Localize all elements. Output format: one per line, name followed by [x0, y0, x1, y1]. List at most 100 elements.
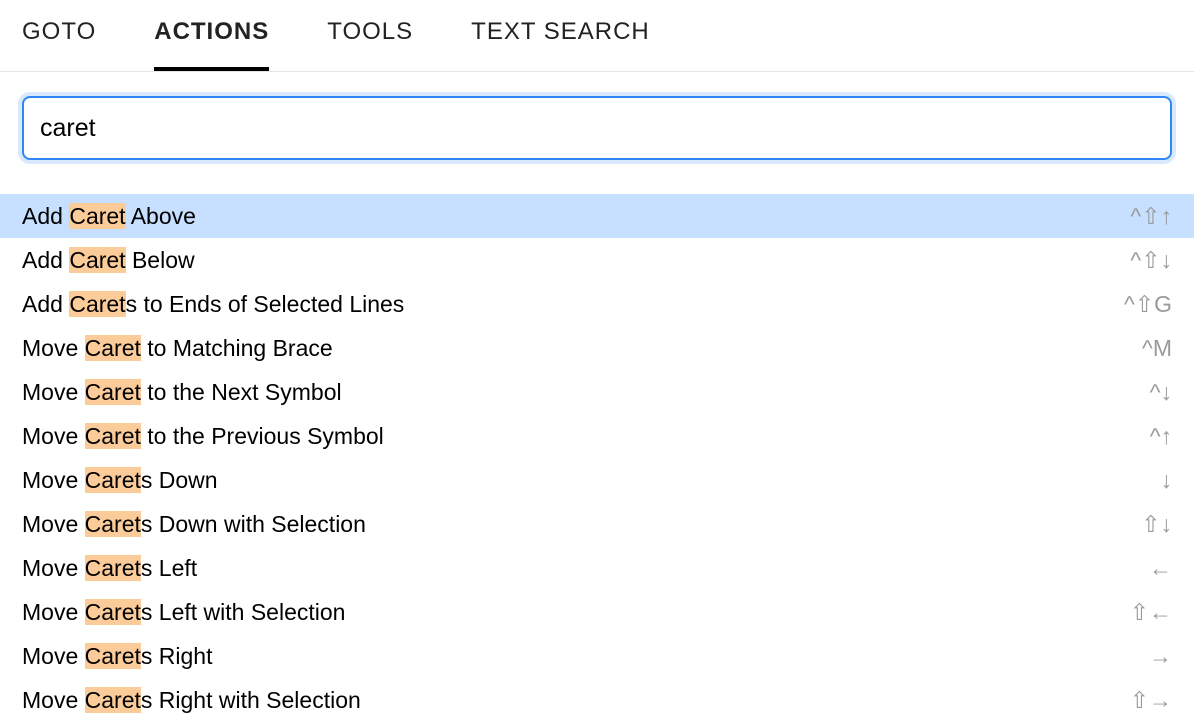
shortcut-symbol: ↓ [1161, 247, 1173, 274]
shortcut-symbol: → [1149, 687, 1172, 714]
result-label-before: Move [22, 335, 85, 361]
result-label-highlight: Caret [85, 467, 141, 493]
tab-tools[interactable]: TOOLS [327, 18, 413, 71]
tab-actions[interactable]: ACTIONS [154, 18, 269, 71]
result-shortcut: ^⇧G [1124, 291, 1172, 318]
tab-bar: GOTO ACTIONS TOOLS TEXT SEARCH [0, 0, 1194, 72]
result-label-highlight: Caret [69, 203, 125, 229]
result-label-after: s Left with Selection [141, 599, 346, 625]
result-label-before: Move [22, 643, 85, 669]
result-label-highlight: Caret [69, 247, 125, 273]
search-input[interactable] [22, 96, 1172, 160]
shortcut-symbol: ↑ [1161, 203, 1173, 230]
shortcut-symbol: M [1153, 335, 1172, 362]
tab-textsearch[interactable]: TEXT SEARCH [471, 18, 650, 71]
result-label-highlight: Caret [85, 511, 141, 537]
result-label-after: Above [126, 203, 196, 229]
result-row[interactable]: Move Carets Left with Selection ⇧← [0, 590, 1194, 634]
result-label-after: s Right [141, 643, 213, 669]
result-row[interactable]: Move Caret to Matching Brace ^M [0, 326, 1194, 370]
result-row[interactable]: Move Carets Right with Selection ⇧→ [0, 678, 1194, 722]
shortcut-symbol: ↓ [1161, 467, 1173, 494]
result-label-before: Move [22, 687, 85, 713]
result-label-highlight: Caret [85, 379, 141, 405]
result-shortcut: ^M [1142, 335, 1172, 362]
shortcut-symbol: ↑ [1161, 423, 1173, 450]
shortcut-symbol: ⇧ [1141, 247, 1160, 274]
result-label-highlight: Caret [85, 599, 141, 625]
result-shortcut: ^↑ [1150, 423, 1172, 450]
result-label-before: Add [22, 291, 69, 317]
result-label-after: to the Next Symbol [141, 379, 342, 405]
result-row[interactable]: Move Caret to the Next Symbol ^↓ [0, 370, 1194, 414]
result-label-before: Move [22, 555, 85, 581]
result-row[interactable]: Add Caret Below ^⇧↓ [0, 238, 1194, 282]
result-label-before: Add [22, 203, 69, 229]
result-label: Add Carets to Ends of Selected Lines [22, 291, 404, 318]
shortcut-symbol: ^ [1130, 203, 1141, 230]
shortcut-symbol: ⇧ [1135, 291, 1154, 318]
result-label: Move Carets Down with Selection [22, 511, 366, 538]
result-label-after: s to Ends of Selected Lines [126, 291, 405, 317]
shortcut-symbol: ↓ [1161, 379, 1173, 406]
shortcut-symbol: ⇧ [1141, 511, 1160, 538]
result-label: Move Carets Right with Selection [22, 687, 361, 714]
result-label: Move Caret to the Next Symbol [22, 379, 342, 406]
result-row[interactable]: Move Caret to the Previous Symbol ^↑ [0, 414, 1194, 458]
result-label: Move Carets Right [22, 643, 212, 670]
result-label-highlight: Caret [69, 291, 125, 317]
result-shortcut: ⇧← [1130, 599, 1172, 626]
result-label-before: Move [22, 511, 85, 537]
result-label-after: to the Previous Symbol [141, 423, 384, 449]
result-label: Move Carets Left [22, 555, 197, 582]
shortcut-symbol: ^ [1130, 247, 1141, 274]
shortcut-symbol: ⇧ [1130, 599, 1149, 626]
shortcut-symbol: → [1149, 643, 1172, 670]
result-label-before: Move [22, 423, 85, 449]
tab-goto[interactable]: GOTO [22, 18, 96, 71]
result-label: Add Caret Above [22, 203, 196, 230]
result-label-after: s Down with Selection [141, 511, 366, 537]
result-shortcut: ^⇧↓ [1130, 247, 1172, 274]
result-row[interactable]: Add Carets to Ends of Selected Lines ^⇧G [0, 282, 1194, 326]
result-label-highlight: Caret [85, 335, 141, 361]
shortcut-symbol: ← [1149, 555, 1172, 582]
shortcut-symbol: ^ [1142, 335, 1153, 362]
result-shortcut: ^↓ [1150, 379, 1172, 406]
shortcut-symbol: ^ [1150, 423, 1161, 450]
result-row[interactable]: Add Caret Above ^⇧↑ [0, 194, 1194, 238]
search-container [0, 72, 1194, 184]
result-shortcut: → [1149, 643, 1172, 670]
result-label-highlight: Caret [85, 423, 141, 449]
result-row[interactable]: Move Carets Right → [0, 634, 1194, 678]
result-label-highlight: Caret [85, 555, 141, 581]
result-label: Move Carets Left with Selection [22, 599, 345, 626]
shortcut-symbol: ^ [1124, 291, 1135, 318]
result-shortcut: ↓ [1161, 467, 1173, 494]
shortcut-symbol: ^ [1150, 379, 1161, 406]
shortcut-symbol: ← [1149, 599, 1172, 626]
shortcut-symbol: ↓ [1161, 511, 1173, 538]
result-label-before: Move [22, 467, 85, 493]
result-label-before: Move [22, 599, 85, 625]
result-label-before: Add [22, 247, 69, 273]
result-shortcut: ← [1149, 555, 1172, 582]
results-list: Add Caret Above^⇧↑Add Caret Below^⇧↓Add … [0, 184, 1194, 722]
result-label-after: s Right with Selection [141, 687, 361, 713]
result-row[interactable]: Move Carets Left ← [0, 546, 1194, 590]
result-label-after: Below [126, 247, 195, 273]
result-label: Add Caret Below [22, 247, 195, 274]
result-label-highlight: Caret [85, 643, 141, 669]
result-label-after: s Left [141, 555, 197, 581]
result-shortcut: ⇧→ [1130, 687, 1172, 714]
result-row[interactable]: Move Carets Down with Selection ⇧↓ [0, 502, 1194, 546]
result-row[interactable]: Move Carets Down ↓ [0, 458, 1194, 502]
result-label-before: Move [22, 379, 85, 405]
result-shortcut: ^⇧↑ [1130, 203, 1172, 230]
result-label: Move Carets Down [22, 467, 218, 494]
result-label: Move Caret to Matching Brace [22, 335, 333, 362]
shortcut-symbol: ⇧ [1141, 203, 1160, 230]
result-shortcut: ⇧↓ [1141, 511, 1172, 538]
result-label: Move Caret to the Previous Symbol [22, 423, 384, 450]
result-label-after: to Matching Brace [141, 335, 333, 361]
